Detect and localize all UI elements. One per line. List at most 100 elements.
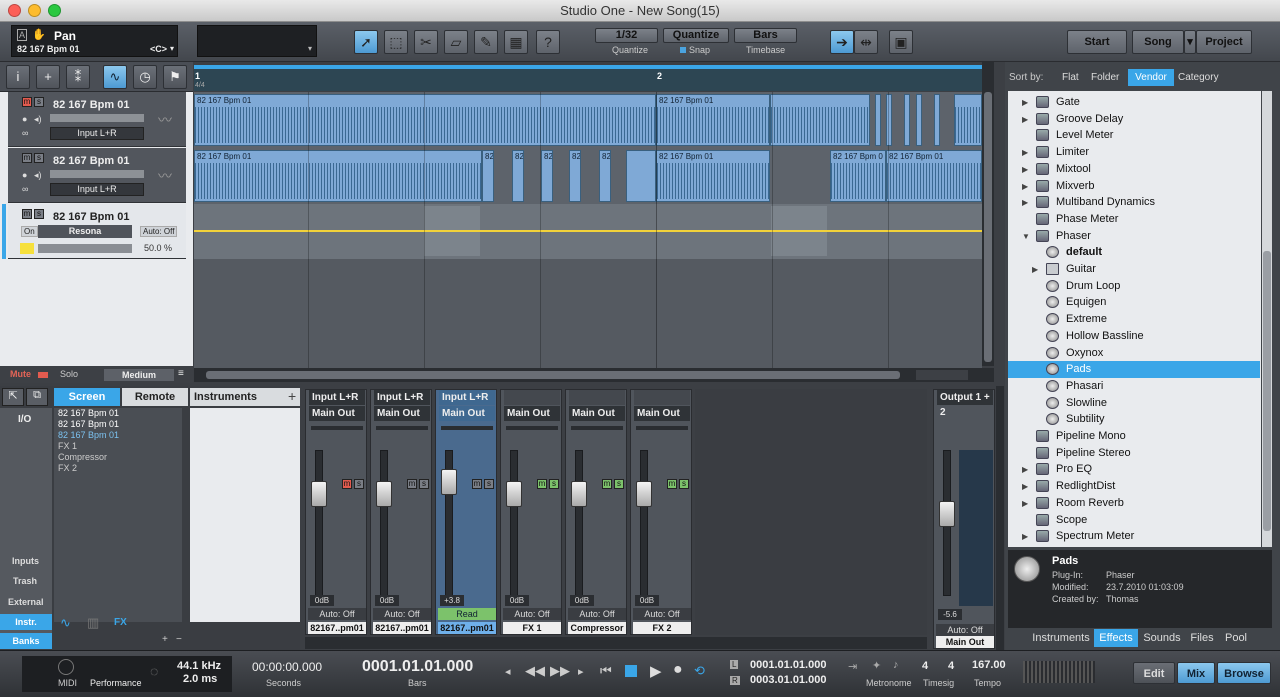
mixer-window-icon[interactable]: ⧉ bbox=[26, 388, 48, 406]
solo-button[interactable]: s bbox=[549, 479, 559, 489]
instruments-button[interactable]: Instr. bbox=[0, 614, 52, 630]
solo-button[interactable]: s bbox=[34, 153, 44, 163]
expand-arrow-icon[interactable]: ▶ bbox=[1022, 94, 1028, 111]
expand-arrow-icon[interactable]: ▶ bbox=[1022, 144, 1028, 161]
audio-clip-slice[interactable] bbox=[886, 94, 892, 146]
rewind-start-icon[interactable]: ◂ bbox=[505, 665, 511, 678]
output-routing[interactable]: Main Out bbox=[634, 406, 690, 421]
browser-item[interactable]: Hollow Bassline bbox=[1008, 328, 1260, 345]
audio-clip-slice[interactable]: 82 bbox=[599, 150, 611, 202]
input-selector[interactable]: Input L+R bbox=[50, 127, 144, 140]
browser-vscroll[interactable] bbox=[1262, 91, 1272, 547]
browser-item[interactable]: ▶ Spectrum Meter bbox=[1008, 528, 1260, 545]
volume-fader[interactable] bbox=[571, 450, 587, 596]
input-routing[interactable] bbox=[504, 390, 560, 405]
browser-item[interactable]: ▶ Groove Delay bbox=[1008, 111, 1260, 128]
automation-icon[interactable]: ∿ bbox=[103, 65, 127, 89]
mute-button[interactable]: m bbox=[407, 479, 417, 489]
add-instrument-icon[interactable]: + bbox=[288, 388, 296, 404]
channel-list-item[interactable]: 82 167 Bpm 01 bbox=[58, 419, 119, 429]
song-button[interactable]: Song bbox=[1132, 30, 1184, 54]
monitor-icon[interactable]: ◂) bbox=[34, 170, 42, 181]
loop-button[interactable]: ⟲ bbox=[694, 663, 705, 679]
automation-line[interactable] bbox=[194, 230, 982, 232]
precount-icon[interactable]: ✦ bbox=[872, 659, 881, 672]
channel-name[interactable]: 82167..pm01 bbox=[438, 622, 496, 634]
audio-clip[interactable]: 82 167 Bpm 01 bbox=[886, 150, 982, 202]
link-icon[interactable]: ∞ bbox=[22, 184, 28, 194]
remote-tab[interactable]: Remote bbox=[122, 388, 188, 406]
mute-button[interactable]: m bbox=[22, 97, 32, 107]
audio-clip[interactable]: 82 167 Bpm 01 bbox=[656, 150, 770, 202]
sort-category-tab[interactable]: Category bbox=[1178, 72, 1219, 83]
browser-item[interactable]: Extreme bbox=[1008, 311, 1260, 328]
browser-tab-pool[interactable]: Pool bbox=[1220, 629, 1252, 647]
pencil-tool-icon[interactable]: ✎ bbox=[474, 30, 498, 54]
return-zero-icon[interactable]: ⏮ bbox=[600, 663, 612, 679]
solo-button[interactable]: s bbox=[484, 479, 494, 489]
audio-clip[interactable]: 82 167 Bpm 01 bbox=[656, 94, 770, 146]
automation-mode-button[interactable]: Auto: Off bbox=[140, 226, 178, 237]
browser-item[interactable]: Oxynox bbox=[1008, 345, 1260, 362]
inputs-button[interactable]: Inputs bbox=[12, 556, 39, 566]
solo-button[interactable]: s bbox=[34, 209, 44, 219]
pan-slider[interactable] bbox=[571, 426, 623, 430]
solo-button[interactable]: s bbox=[34, 97, 44, 107]
expand-arrow-icon[interactable]: ▶ bbox=[1022, 495, 1028, 512]
snap-indicator[interactable] bbox=[680, 47, 686, 53]
rewind-icon[interactable]: ◀◀ bbox=[525, 663, 545, 679]
mixer-channel[interactable]: Main Out m s 0dB Auto: Off Compressor bbox=[565, 389, 627, 635]
master-output-routing[interactable]: Output 1 + 2 bbox=[937, 390, 993, 418]
loop-range-bar[interactable] bbox=[194, 65, 982, 69]
input-routing[interactable] bbox=[569, 390, 625, 405]
solo-button[interactable]: s bbox=[419, 479, 429, 489]
external-button[interactable]: External bbox=[8, 597, 44, 607]
project-button[interactable]: Project bbox=[1196, 30, 1252, 54]
forward-end-icon[interactable]: ▸ bbox=[578, 665, 584, 678]
value-dropdown-icon[interactable]: ▾ bbox=[308, 44, 312, 53]
browser-tab-instruments[interactable]: Instruments bbox=[1030, 629, 1092, 647]
audio-clip-slice[interactable]: 82 bbox=[512, 150, 524, 202]
io-button[interactable]: I/O bbox=[18, 414, 31, 425]
loop-follow-icon[interactable]: ⇹ bbox=[854, 30, 878, 54]
monitor-icon[interactable]: ◂) bbox=[34, 114, 42, 125]
track-options-icon[interactable]: ⁑ bbox=[66, 65, 90, 89]
volume-slider[interactable] bbox=[50, 170, 144, 178]
mixer-channel[interactable]: Main Out m s 0dB Auto: Off FX 1 bbox=[500, 389, 562, 635]
volume-fader[interactable] bbox=[311, 450, 327, 596]
channel-name[interactable]: FX 1 bbox=[503, 622, 561, 634]
link-icon[interactable]: ∞ bbox=[22, 128, 28, 138]
quantize-value-button[interactable]: 1/32 bbox=[595, 28, 658, 43]
volume-fader[interactable] bbox=[506, 450, 522, 596]
mixer-channel[interactable]: Input L+R Main Out m s 0dB Auto: Off 821… bbox=[305, 389, 367, 635]
browser-item[interactable]: default bbox=[1008, 244, 1260, 261]
output-routing[interactable]: Main Out bbox=[374, 406, 430, 421]
split-tool-icon[interactable]: ✂ bbox=[414, 30, 438, 54]
track-info-display[interactable]: A ✋ Pan 82 167 Bpm 01 <C> ▾ bbox=[11, 25, 178, 57]
sort-folder-tab[interactable]: Folder bbox=[1091, 72, 1119, 83]
solo-button[interactable]: s bbox=[354, 479, 364, 489]
master-automation-mode[interactable]: Auto: Off bbox=[936, 624, 994, 636]
edit-button[interactable]: Edit bbox=[1133, 662, 1175, 684]
menu-icon[interactable]: ≡ bbox=[178, 368, 184, 379]
zoom-window-button[interactable] bbox=[48, 4, 61, 17]
pan-slider[interactable] bbox=[441, 426, 493, 430]
expand-arrow-icon[interactable]: ▶ bbox=[1022, 461, 1028, 478]
arrange-hscroll[interactable] bbox=[194, 368, 994, 382]
eraser-tool-icon[interactable]: ▱ bbox=[444, 30, 468, 54]
add-icon[interactable]: + bbox=[162, 634, 168, 645]
arrow-tool-icon[interactable]: ➚ bbox=[354, 30, 378, 54]
channel-name[interactable]: 82167..pm01 bbox=[308, 622, 366, 634]
master-channel[interactable]: Output 1 + 2 -5.6 Auto: Off Main Out bbox=[933, 389, 995, 649]
mixer-vscroll[interactable] bbox=[996, 386, 1004, 650]
banks-button[interactable]: Banks bbox=[0, 633, 52, 649]
browser-item[interactable]: Scope bbox=[1008, 512, 1260, 529]
record-button[interactable]: ● bbox=[673, 661, 683, 679]
record-icon[interactable]: ● bbox=[22, 170, 27, 180]
browser-item[interactable]: Pipeline Mono bbox=[1008, 428, 1260, 445]
browser-item[interactable]: ▶ Limiter bbox=[1008, 144, 1260, 161]
expand-arrow-icon[interactable]: ▶ bbox=[1022, 111, 1028, 128]
track-color-swatch[interactable] bbox=[20, 243, 34, 254]
punch-icon[interactable]: ⇥ bbox=[848, 660, 857, 673]
browser-item[interactable]: Drum Loop bbox=[1008, 278, 1260, 295]
